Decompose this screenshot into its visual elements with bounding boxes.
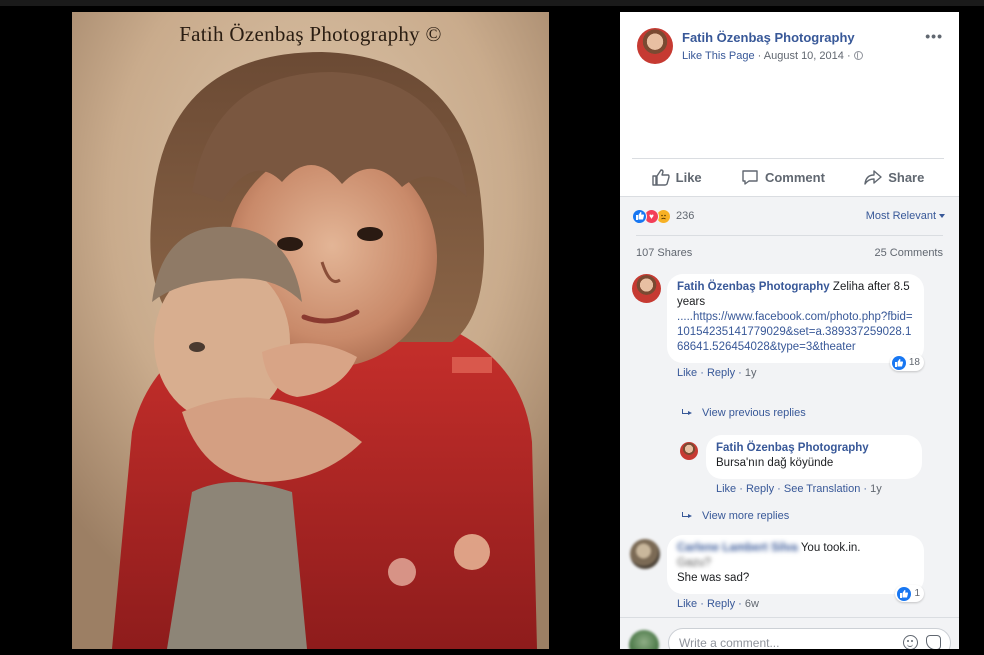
reply-arrow-icon bbox=[682, 512, 692, 520]
comment-like-link[interactable]: Like bbox=[677, 598, 697, 610]
comment-composer: Write a comment... bbox=[620, 617, 959, 649]
comment-actions: Like · Reply · 1y bbox=[677, 367, 757, 379]
view-previous-replies-label: View previous replies bbox=[702, 407, 806, 419]
current-user-avatar bbox=[629, 630, 659, 649]
page-avatar[interactable] bbox=[637, 28, 673, 64]
sticker-icon[interactable] bbox=[926, 635, 941, 649]
comment-like-count[interactable]: 18 bbox=[889, 354, 924, 371]
meta-separator: · bbox=[846, 50, 854, 62]
comment-link[interactable]: .....https://www.facebook.com/photo.php?… bbox=[677, 310, 914, 355]
reaction-count[interactable]: 236 bbox=[676, 210, 694, 222]
shares-count[interactable]: 107 Shares bbox=[636, 247, 692, 259]
see-translation-link[interactable]: See Translation bbox=[784, 483, 860, 495]
emoji-icon[interactable] bbox=[903, 635, 918, 649]
reactions-row: ♥ 236 Most Relevant bbox=[632, 207, 945, 225]
photo-watermark: Fatih Özenbaş Photography © bbox=[179, 22, 442, 46]
comment-like-number: 18 bbox=[908, 357, 920, 368]
view-more-replies[interactable]: View more replies bbox=[682, 510, 789, 522]
comment-like-number: 1 bbox=[914, 588, 920, 599]
ellipsis-icon[interactable]: ••• bbox=[925, 28, 943, 44]
share-label: Share bbox=[888, 170, 925, 185]
post-side-panel: Fatih Özenbaş Photography Like This Page… bbox=[620, 12, 959, 649]
reply-text: Bursa'nın dağ köyünde bbox=[716, 457, 834, 469]
share-arrow-icon bbox=[864, 170, 882, 185]
action-bar: Like Comment Share bbox=[632, 158, 944, 196]
comment-reply-link[interactable]: Reply bbox=[707, 367, 735, 379]
reply-like-link[interactable]: Like bbox=[716, 483, 736, 495]
reply-author[interactable]: Fatih Özenbaş Photography bbox=[716, 441, 912, 456]
comment-reply-link[interactable]: Reply bbox=[707, 598, 735, 610]
comment-bubble-icon bbox=[742, 170, 758, 185]
like-reaction-icon bbox=[897, 586, 912, 601]
comment-like-link[interactable]: Like bbox=[677, 367, 697, 379]
comment-text: You took.in. bbox=[800, 542, 861, 554]
comment-author[interactable]: Carlene Lambert Silva bbox=[677, 542, 798, 554]
commenter-avatar[interactable] bbox=[630, 539, 660, 569]
post-meta: Like This Page · August 10, 2014 · bbox=[682, 50, 863, 62]
commenter-avatar[interactable] bbox=[632, 274, 661, 303]
like-reaction-icon[interactable] bbox=[632, 208, 647, 224]
comment-text-blurred: Gazu? bbox=[677, 557, 711, 569]
comment-author[interactable]: Fatih Özenbaş Photography bbox=[677, 281, 830, 293]
child-with-doll-illustration bbox=[72, 12, 549, 649]
comment-time[interactable]: 1y bbox=[745, 367, 757, 379]
composer-icons bbox=[903, 635, 941, 649]
share-button[interactable]: Share bbox=[864, 169, 924, 186]
sort-label: Most Relevant bbox=[865, 210, 936, 222]
comment-bubble: Carlene Lambert Silva You took.in. Gazu?… bbox=[667, 535, 924, 602]
globe-icon bbox=[853, 51, 863, 60]
reply-time[interactable]: 1y bbox=[870, 483, 882, 495]
reply-actions: Like · Reply · See Translation · 1y bbox=[716, 483, 882, 495]
like-button[interactable]: Like bbox=[651, 169, 702, 186]
comment-button[interactable]: Comment bbox=[741, 169, 825, 186]
sort-dropdown[interactable]: Most Relevant bbox=[866, 210, 945, 222]
comment-bubble: Fatih Özenbaş Photography Zeliha after 8… bbox=[667, 274, 924, 371]
post-photo[interactable]: Fatih Özenbaş Photography © bbox=[72, 12, 549, 649]
view-previous-replies[interactable]: View previous replies bbox=[682, 407, 806, 419]
comment-item: Carlene Lambert Silva You took.in. Gazu?… bbox=[630, 535, 924, 610]
thumbs-up-icon bbox=[651, 169, 670, 186]
page-name[interactable]: Fatih Özenbaş Photography bbox=[682, 30, 855, 45]
comment-like-count[interactable]: 1 bbox=[895, 585, 924, 602]
view-more-replies-label: View more replies bbox=[702, 510, 790, 522]
comment-item: Fatih Özenbaş Photography Zeliha after 8… bbox=[632, 274, 924, 379]
comment-text-line2: She was sad? bbox=[677, 572, 750, 584]
like-this-page-link[interactable]: Like This Page bbox=[682, 50, 755, 62]
comments-count[interactable]: 25 Comments bbox=[875, 247, 943, 259]
caret-down-icon bbox=[939, 214, 945, 218]
reply-bubble: Fatih Özenbaş Photography Bursa'nın dağ … bbox=[706, 435, 922, 479]
like-reaction-icon bbox=[891, 355, 906, 370]
reply-arrow-icon bbox=[682, 409, 692, 417]
comment-actions: Like · Reply · 6w bbox=[677, 598, 759, 610]
like-label: Like bbox=[675, 170, 702, 185]
comments-section: ♥ 236 Most Relevant 107 Shares 25 Commen… bbox=[620, 196, 959, 649]
top-strip bbox=[0, 0, 984, 6]
comment-time[interactable]: 6w bbox=[745, 598, 759, 610]
shares-row: 107 Shares 25 Comments bbox=[636, 235, 943, 265]
comment-label: Comment bbox=[764, 170, 825, 185]
reply-item: Fatih Özenbaş Photography Bursa'nın dağ … bbox=[680, 435, 922, 495]
replier-avatar[interactable] bbox=[680, 442, 698, 460]
reply-reply-link[interactable]: Reply bbox=[746, 483, 774, 495]
post-date[interactable]: August 10, 2014 bbox=[764, 50, 844, 62]
